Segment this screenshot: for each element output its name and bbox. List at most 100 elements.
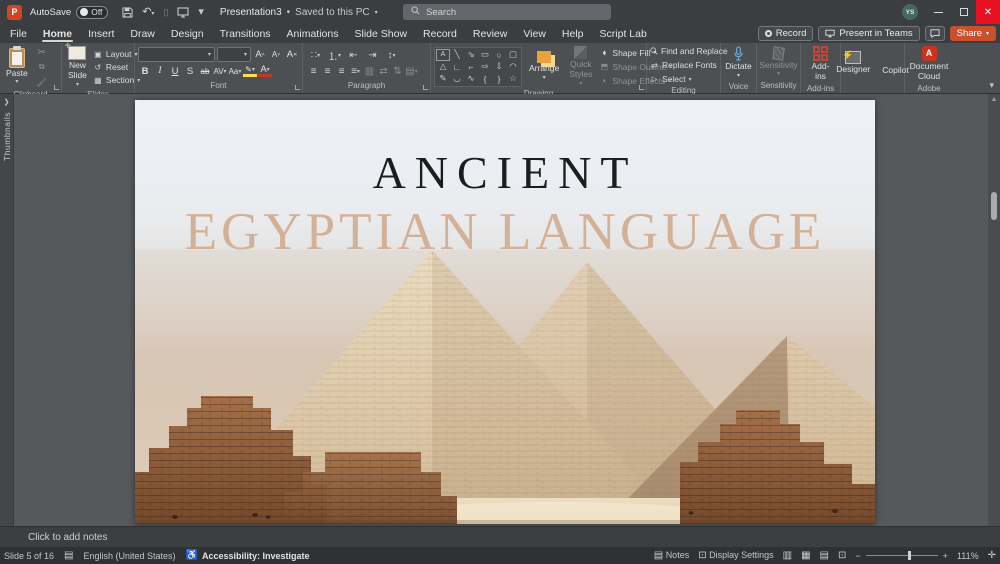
strikethrough-button[interactable]: ab: [198, 64, 212, 78]
tab-help[interactable]: Help: [554, 24, 592, 43]
select-button[interactable]: ▷ Select ▾: [650, 73, 728, 85]
tab-script-lab[interactable]: Script Lab: [592, 24, 655, 43]
sensitivity-button[interactable]: Sensitivity ▾: [756, 45, 800, 80]
spell-check-icon[interactable]: ▤: [64, 550, 73, 561]
notes-pane[interactable]: Click to add notes: [0, 526, 1000, 547]
slide-sorter-view-icon[interactable]: ▦: [801, 550, 810, 561]
account-avatar[interactable]: YS: [898, 0, 922, 24]
highlight-color-button[interactable]: ✎ ▾: [243, 65, 257, 77]
present-in-teams-button[interactable]: Present in Teams: [818, 26, 920, 41]
drawing-dialog-launcher[interactable]: [639, 85, 644, 90]
text-box-icon[interactable]: A: [436, 48, 450, 61]
rectangle-icon[interactable]: ▭: [478, 49, 492, 61]
display-settings-button[interactable]: ⊡ Display Settings: [698, 550, 773, 561]
designer-button[interactable]: Designer: [833, 50, 873, 76]
decrease-indent-icon[interactable]: ⇤: [346, 48, 361, 62]
align-center-icon[interactable]: ≡: [322, 64, 333, 78]
tab-review[interactable]: Review: [465, 24, 515, 43]
powerpoint-logo-icon[interactable]: P: [7, 4, 22, 20]
paste-button[interactable]: Paste ▾: [3, 45, 31, 88]
zoom-slider[interactable]: − +: [855, 551, 948, 561]
arrow-line-icon[interactable]: ⇘: [464, 49, 478, 61]
close-button[interactable]: ✕: [976, 0, 1000, 24]
zoom-thumb[interactable]: [907, 551, 911, 560]
down-arrow-icon[interactable]: ⇩: [492, 61, 506, 73]
font-name-select[interactable]: ▾: [138, 47, 215, 62]
freeform-icon[interactable]: ✎: [436, 73, 450, 85]
reading-view-icon[interactable]: ▤: [820, 550, 829, 561]
title-chevron-icon[interactable]: ▾: [375, 9, 378, 16]
text-shadow-button[interactable]: S: [183, 64, 197, 78]
format-painter-icon[interactable]: 🖌: [35, 75, 49, 89]
expand-thumbnails-icon[interactable]: ❯: [4, 98, 10, 106]
slide-indicator[interactable]: Slide 5 of 16: [4, 551, 54, 561]
elbow-connector-icon[interactable]: ∟: [450, 61, 464, 73]
qat-dropdown-icon[interactable]: ▾: [198, 6, 204, 18]
increase-indent-icon[interactable]: ⇥: [365, 48, 380, 62]
copy-icon[interactable]: ⧉: [35, 60, 49, 74]
tab-record[interactable]: Record: [415, 24, 465, 43]
tab-transitions[interactable]: Transitions: [212, 24, 279, 43]
zoom-in-icon[interactable]: +: [943, 551, 948, 561]
italic-button[interactable]: I: [153, 64, 167, 78]
zoom-track[interactable]: [865, 551, 938, 560]
text-direction-icon[interactable]: ⇄: [378, 64, 389, 78]
tab-file[interactable]: File: [2, 24, 35, 43]
clear-formatting-button[interactable]: A ✕: [285, 48, 299, 62]
right-brace-icon[interactable]: }: [492, 73, 506, 85]
rounded-rectangle-icon[interactable]: ▢: [506, 49, 520, 61]
numbering-icon[interactable]: ⒈ ▾: [327, 48, 342, 63]
line-spacing-icon[interactable]: ↕ ▾: [384, 48, 399, 62]
share-button[interactable]: Share ▾: [949, 26, 996, 41]
line-icon[interactable]: ╲: [450, 49, 464, 61]
bold-button[interactable]: B: [138, 64, 152, 78]
triangle-icon[interactable]: △: [436, 61, 450, 73]
comments-button[interactable]: [924, 26, 945, 41]
accessibility-checker[interactable]: ♿ Accessibility: Investigate: [186, 550, 310, 561]
tab-slide-show[interactable]: Slide Show: [347, 24, 416, 43]
vertical-scrollbar[interactable]: ▲: [988, 94, 1000, 526]
clipboard-dialog-launcher[interactable]: [54, 85, 59, 90]
dictate-button[interactable]: Dictate ▾: [722, 45, 754, 81]
underline-button[interactable]: U: [168, 64, 182, 78]
quick-styles-button[interactable]: Quick Styles ▾: [566, 45, 595, 88]
arc-icon[interactable]: ◡: [450, 73, 464, 85]
paragraph-dialog-launcher[interactable]: [423, 85, 428, 90]
star-icon[interactable]: ☆: [506, 73, 520, 85]
tab-home[interactable]: Home: [35, 24, 80, 43]
align-right-icon[interactable]: ≡: [336, 64, 347, 78]
collapse-ribbon-icon[interactable]: ▾: [989, 80, 994, 91]
document-title[interactable]: Presentation3 • Saved to this PC ▾: [220, 7, 378, 18]
document-cloud-button[interactable]: A Document Cloud: [907, 45, 951, 83]
normal-view-icon[interactable]: ▥: [783, 550, 792, 561]
font-size-select[interactable]: ▾: [217, 47, 251, 62]
tab-view[interactable]: View: [515, 24, 554, 43]
curve-icon[interactable]: ∿: [464, 73, 478, 85]
align-left-icon[interactable]: ≡: [308, 64, 319, 78]
character-spacing-button[interactable]: AV ▾: [213, 64, 227, 78]
record-button[interactable]: Record: [757, 26, 814, 41]
find-replace-button[interactable]: Find and Replace: [650, 45, 728, 57]
zoom-out-icon[interactable]: −: [855, 551, 860, 561]
columns-icon[interactable]: ▥: [364, 64, 375, 78]
zoom-level[interactable]: 111%: [957, 551, 979, 561]
slide-title-line1[interactable]: ANCIENT: [135, 146, 875, 199]
left-brace-icon[interactable]: {: [478, 73, 492, 85]
oval-icon[interactable]: ○: [492, 49, 506, 61]
tab-design[interactable]: Design: [163, 24, 212, 43]
tab-insert[interactable]: Insert: [80, 24, 122, 43]
restore-button[interactable]: [952, 0, 976, 24]
start-slideshow-icon[interactable]: [177, 7, 189, 18]
notes-toggle[interactable]: ▤ Notes: [654, 550, 689, 561]
shrink-font-button[interactable]: A ˅: [269, 48, 283, 62]
tab-animations[interactable]: Animations: [279, 24, 347, 43]
autosave-toggle[interactable]: Off: [76, 5, 109, 19]
fit-slide-icon[interactable]: ✛: [988, 550, 996, 561]
cut-icon[interactable]: ✂: [35, 45, 49, 59]
elbow-arrow-icon[interactable]: ⌐: [464, 61, 478, 73]
search-input[interactable]: Search: [403, 4, 611, 20]
slide-title-line2[interactable]: EGYPTIAN LANGUAGE: [135, 202, 875, 262]
shapes-gallery[interactable]: A ╲ ⇘ ▭ ○ ▢ △ ∟ ⌐ ⇨ ⇩ ◠ ✎ ◡ ∿ { } ☆: [434, 46, 522, 87]
align-text-icon[interactable]: ⇅: [392, 64, 403, 78]
save-icon[interactable]: [122, 6, 133, 18]
